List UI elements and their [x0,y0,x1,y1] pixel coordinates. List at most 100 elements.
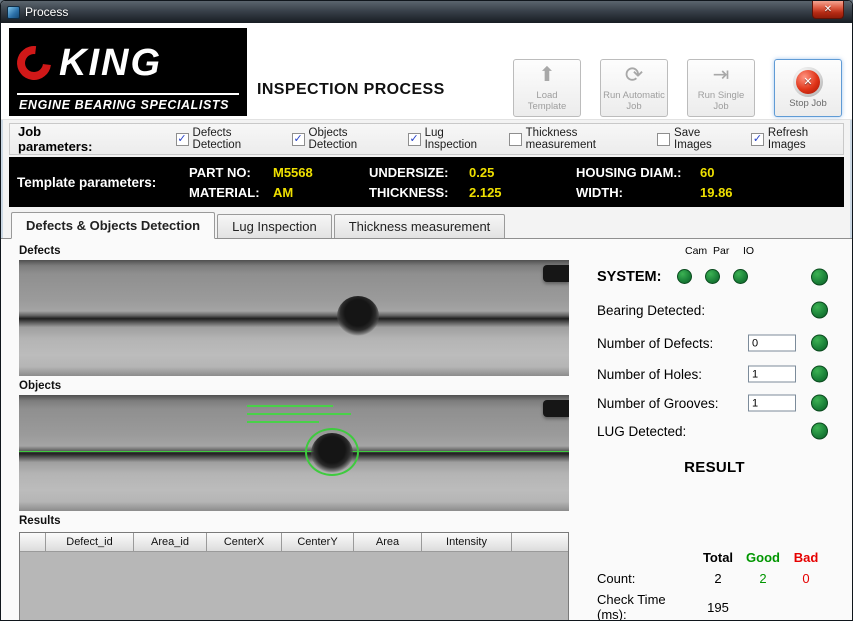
par-header: Par [713,245,728,260]
bad-column-header: Bad [785,550,827,565]
close-button[interactable]: ✕ [812,1,844,19]
window-icon [7,6,20,19]
stop-icon: ✕ [793,67,823,97]
checkbox-save-images[interactable]: Save Images [657,127,736,151]
checkbox-refresh-images[interactable]: ✓ Refresh Images [751,127,843,151]
annotation-line [247,413,351,415]
title-bar[interactable]: Process ✕ [1,1,852,23]
header: KING ENGINE BEARING SPECIALISTS INSPECTI… [1,23,852,120]
bearing-detected-label: Bearing Detected: [597,303,705,318]
stop-job-button[interactable]: ✕ Stop Job [774,59,842,117]
page-title: INSPECTION PROCESS [257,81,445,99]
job-parameters-label: Job parameters: [18,124,114,154]
close-icon: ✕ [824,4,832,15]
indicator-headers: Cam Par IO [587,245,842,260]
checkbox-defects-detection[interactable]: ✓ Defects Detection [176,127,277,151]
check-time-label: Check Time (ms): [597,592,695,621]
tab-thickness-measurement[interactable]: Thickness measurement [334,214,506,238]
count-good-value: 2 [741,571,785,586]
system-indicators [677,269,748,284]
template-parameters-label: Template parameters: [17,175,167,190]
checkbox-label: Thickness measurement [526,127,642,151]
results-col-filler [512,533,568,551]
button-label: Load Template [516,91,578,113]
results-table-body [20,551,568,621]
results-col-area[interactable]: Area [354,533,422,551]
results-col-centery[interactable]: CenterY [282,533,354,551]
objects-image [19,395,569,511]
count-bad-value: 0 [785,571,827,586]
king-logo: KING ENGINE BEARING SPECIALISTS [9,28,247,116]
grooves-count-input[interactable] [748,395,796,412]
checkbox-lug-inspection[interactable]: ✓ Lug Inspection [408,127,494,151]
image-column: Defects Objects Results Defect_id [19,245,569,621]
number-of-defects-label: Number of Defects: [597,336,713,351]
results-col-intensity[interactable]: Intensity [422,533,512,551]
lug-detected-label: LUG Detected: [597,424,686,439]
cam-indicator [677,269,692,284]
checkbox-icon [657,133,670,146]
cam-header: Cam [685,245,700,260]
result-heading: RESULT [587,459,842,476]
toolbar: ⬆ Load Template ⟳ Run Automatic Job ⇥ Ru… [513,59,842,117]
template-parameters-bar: Template parameters: PART NO:M5568 UNDER… [9,157,844,207]
checkbox-label: Lug Inspection [425,127,494,151]
checkbox-label: Objects Detection [309,127,393,151]
image-corner-shadow [543,265,569,282]
tab-defects-objects-detection[interactable]: Defects & Objects Detection [11,212,215,239]
system-indicator [811,268,828,285]
object-outline-ellipse [305,428,359,476]
results-col-blank[interactable] [20,533,46,551]
checkbox-label: Save Images [674,127,736,151]
refresh-icon: ⟳ [625,63,643,89]
defect-blob [337,296,379,336]
defects-section-label: Defects [19,245,569,260]
brand-name: KING [59,44,162,82]
annotation-line [247,405,333,407]
tab-strip: Defects & Objects Detection Lug Inspecti… [1,207,852,239]
holes-count-input[interactable] [748,366,796,383]
count-label: Count: [597,571,695,586]
par-indicator [705,269,720,284]
king-emblem-icon [10,39,58,87]
status-row-system: SYSTEM: [587,260,842,293]
checkbox-icon [509,133,522,146]
brand-tagline: ENGINE BEARING SPECIALISTS [17,93,239,112]
io-header: IO [741,245,756,260]
process-window: Process ✕ KING ENGINE BEARING SPECIALIST… [0,0,853,621]
run-single-job-button[interactable]: ⇥ Run Single Job [687,59,755,117]
template-fields: PART NO:M5568 UNDERSIZE:0.25 HOUSING DIA… [189,165,844,200]
load-template-button[interactable]: ⬆ Load Template [513,59,581,117]
checkbox-icon: ✓ [751,133,764,146]
results-table: Defect_id Area_id CenterX CenterY Area I… [19,532,569,621]
bearing-indicator [811,302,828,319]
number-of-holes-label: Number of Holes: [597,367,702,382]
results-col-area-id[interactable]: Area_id [134,533,207,551]
run-automatic-job-button[interactable]: ⟳ Run Automatic Job [600,59,668,117]
template-field-housing-diam: HOUSING DIAM.:60 [576,165,844,180]
job-checkbox-group: ✓ Defects Detection ✓ Objects Detection … [176,127,843,151]
grooves-indicator [811,395,828,412]
step-forward-icon: ⇥ [713,63,730,89]
results-col-defect-id[interactable]: Defect_id [46,533,134,551]
defects-count-input[interactable] [748,335,796,352]
status-panel: Cam Par IO SYSTEM: Bearing Detected: Num… [587,245,842,621]
image-corner-shadow [543,400,569,417]
template-field-width: WIDTH:19.86 [576,185,844,200]
results-col-centerx[interactable]: CenterX [207,533,282,551]
checkbox-thickness-measurement[interactable]: Thickness measurement [509,127,642,151]
check-time-value: 195 [695,600,741,615]
tab-lug-inspection[interactable]: Lug Inspection [217,214,332,238]
status-row-bearing: Bearing Detected: [587,293,842,327]
total-column-header: Total [695,550,741,565]
summary-panel: Total Good Bad Count: 2 2 0 Check Time (… [587,550,836,621]
io-indicator [733,269,748,284]
checkbox-label: Defects Detection [193,127,277,151]
window-title: Process [25,5,68,19]
results-section-label: Results [19,515,569,530]
defects-image [19,260,569,376]
checkbox-label: Refresh Images [768,127,843,151]
button-label: Stop Job [777,99,839,110]
checkbox-objects-detection[interactable]: ✓ Objects Detection [292,127,393,151]
status-row-grooves: Number of Grooves: [587,389,842,417]
